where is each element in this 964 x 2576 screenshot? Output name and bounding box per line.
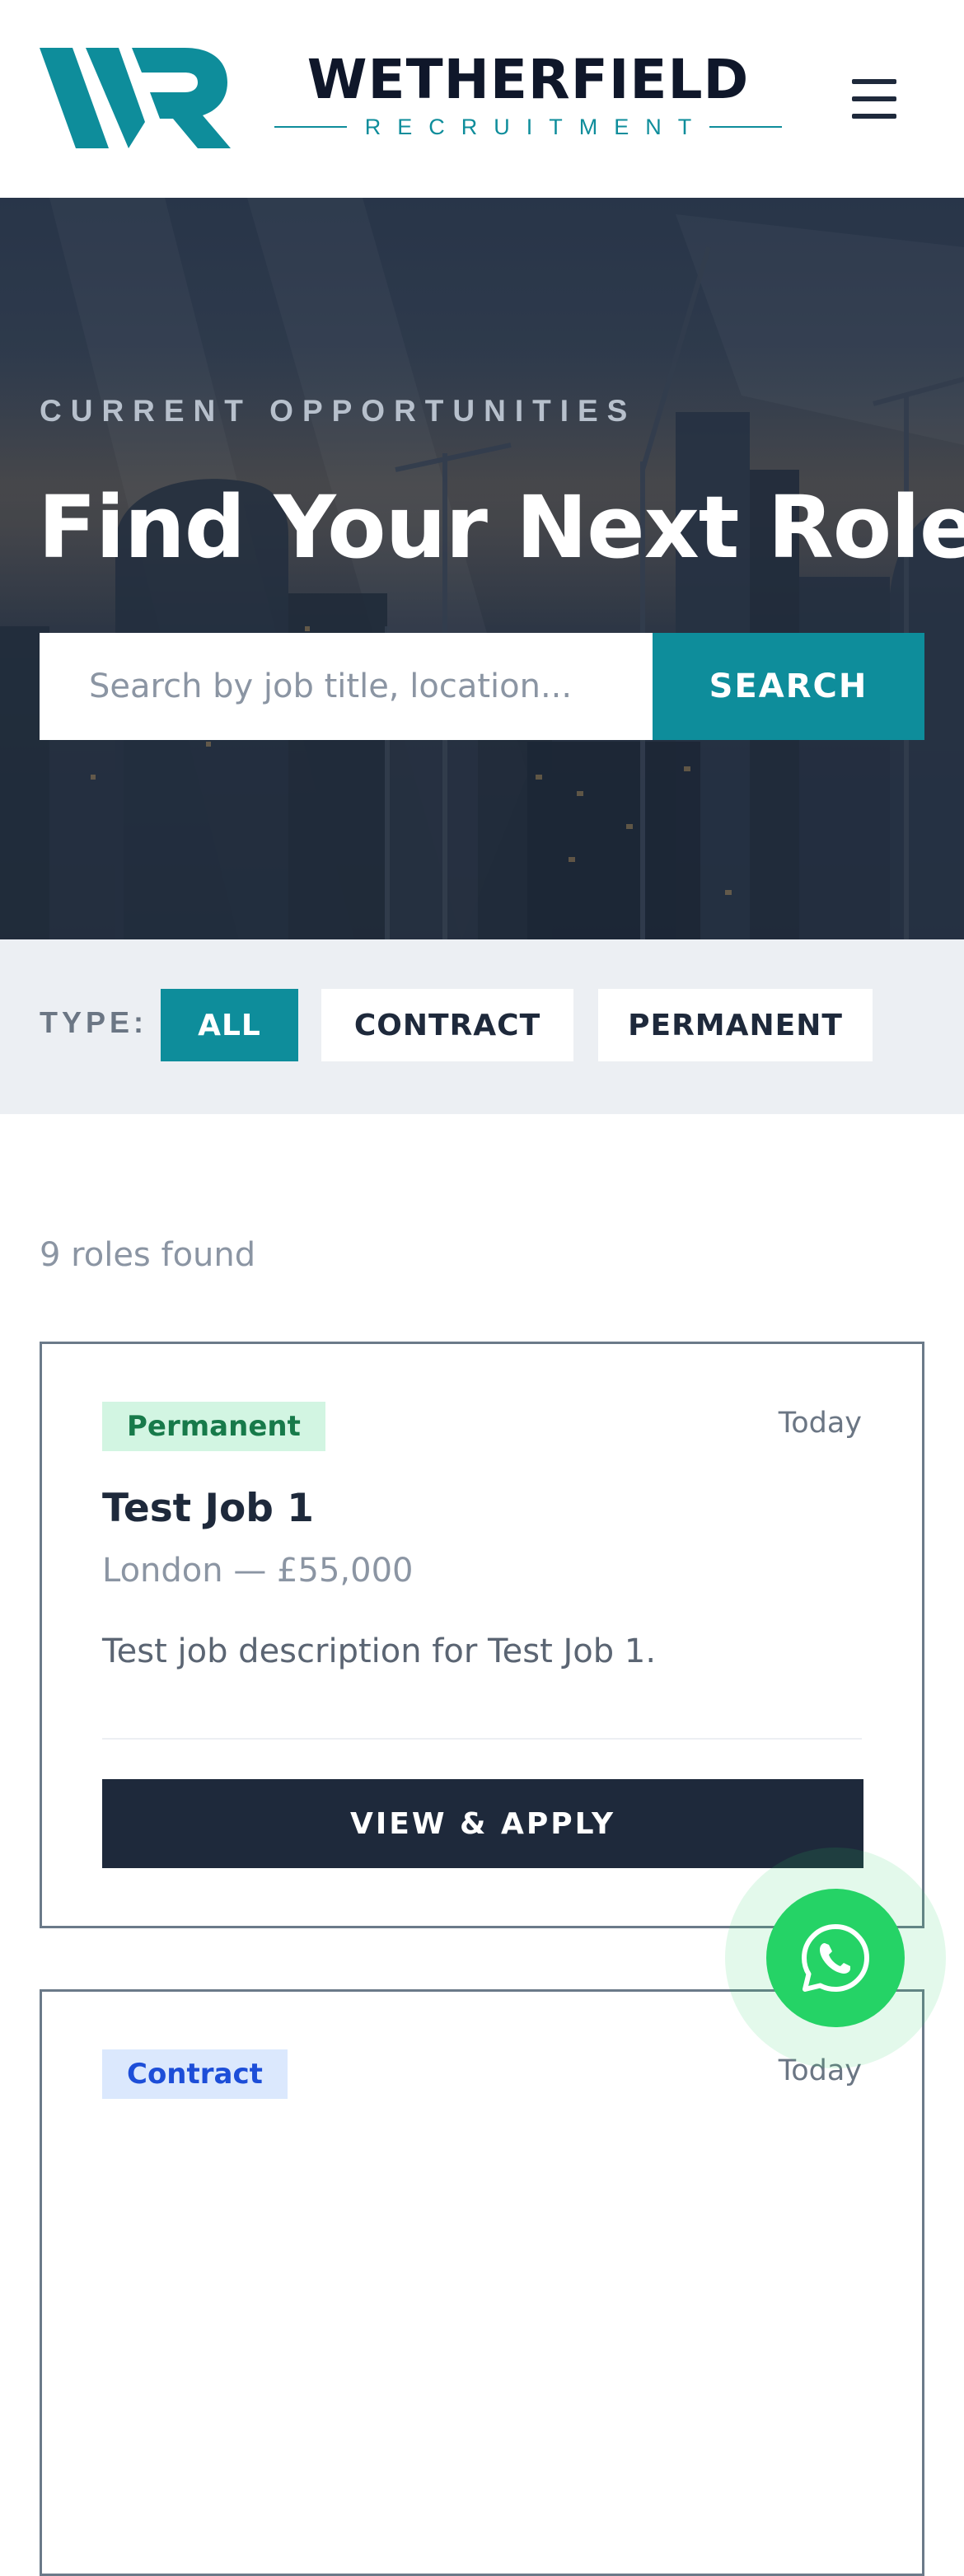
- view-apply-button[interactable]: VIEW & APPLY: [102, 1779, 863, 1868]
- results-count: 9 roles found: [40, 1236, 256, 1274]
- job-type-badge: Contract: [102, 2049, 288, 2099]
- job-description: Test job description for Test Job 1.: [102, 1632, 657, 1670]
- tagline-rule-left: [274, 126, 347, 128]
- job-type-badge: Permanent: [102, 1402, 325, 1451]
- search-input[interactable]: [40, 633, 653, 740]
- page-title: Find Your Next Role: [38, 477, 964, 578]
- job-card[interactable]: Permanent Today Test Job 1 London — £55,…: [40, 1342, 924, 1928]
- search-button[interactable]: SEARCH: [653, 633, 924, 740]
- brand-tagline: RECRUITMENT: [364, 115, 709, 139]
- brand-name: WETHERFIELD: [307, 48, 750, 111]
- job-date: Today: [778, 1407, 862, 1440]
- filter-contract-button[interactable]: CONTRACT: [321, 989, 573, 1061]
- whatsapp-icon: [802, 1924, 869, 1992]
- wr-monogram-logo[interactable]: [40, 48, 231, 148]
- hero-banner: CURRENT OPPORTUNITIES Find Your Next Rol…: [0, 198, 964, 939]
- hamburger-menu-icon[interactable]: [850, 76, 900, 122]
- filter-permanent-button[interactable]: PERMANENT: [598, 989, 873, 1061]
- tagline-rule-right: [709, 126, 782, 128]
- filter-all-button[interactable]: ALL: [161, 989, 298, 1061]
- filter-label: TYPE:: [40, 1005, 148, 1039]
- job-card[interactable]: Contract Today: [40, 1989, 924, 2576]
- job-location-salary: London — £55,000: [102, 1552, 414, 1590]
- whatsapp-button[interactable]: [766, 1889, 905, 2027]
- site-header: WETHERFIELD RECRUITMENT: [0, 0, 964, 198]
- card-divider: [102, 1738, 862, 1740]
- hero-eyebrow: CURRENT OPPORTUNITIES: [40, 394, 637, 428]
- brand-tagline-row: RECRUITMENT: [274, 112, 782, 142]
- job-title[interactable]: Test Job 1: [102, 1486, 314, 1531]
- type-filter-bar: TYPE: ALL CONTRACT PERMANENT: [0, 939, 964, 1114]
